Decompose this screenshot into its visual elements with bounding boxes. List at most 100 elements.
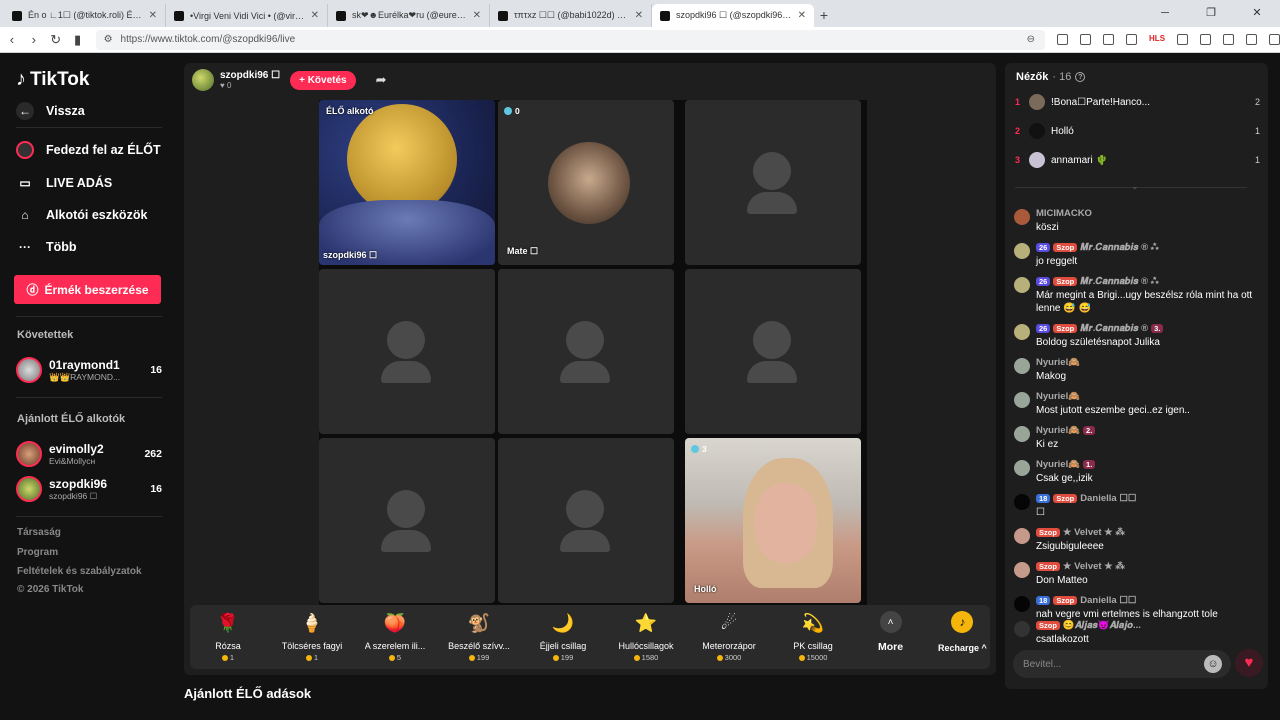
info-icon[interactable]: ? [1075, 72, 1086, 82]
close-icon[interactable]: ✕ [635, 10, 643, 21]
gift-item[interactable]: 🍑 A szerelem ili... 5 [357, 611, 433, 663]
sidebar-toggle-icon[interactable] [1223, 34, 1235, 45]
divider [16, 397, 162, 398]
gift-item[interactable]: 🐒 Beszélő szívv... 199 [441, 611, 517, 663]
recommended-account[interactable]: szopdki96 szopdki96 ☐ 16 [16, 474, 162, 504]
guest-cell-empty[interactable] [685, 269, 861, 434]
share-icon[interactable]: ➦ [376, 72, 387, 88]
chat-message[interactable]: Szop 😊𝑨𝒍𝒋𝒂𝒔😈𝑨𝒍𝒂𝒋𝒐... csatlakozott [1014, 620, 1259, 646]
chat-message[interactable]: 18 Szop Daniella ☐☐ ☐ [1014, 493, 1259, 519]
guest-cell-empty[interactable] [498, 438, 674, 603]
vpn-icon[interactable] [1103, 34, 1115, 45]
more-gifts-button[interactable]: ˄ More [878, 611, 903, 653]
follow-button[interactable]: + Követés [290, 70, 356, 90]
window-controls: ─ ❐ ✕ [1142, 0, 1280, 27]
chat-message[interactable]: Nyuriel🙈 2. Ki ez [1014, 425, 1259, 451]
chat-message[interactable]: 26 Szop 𝑴𝒓.𝑪𝒂𝒏𝒏𝒂𝒃𝒊𝒔 ® ⁂ jo reggelt [1014, 242, 1259, 268]
footer-link-program[interactable]: Program [17, 547, 58, 558]
footer-link-company[interactable]: Társaság [17, 527, 61, 538]
guest-cell-empty[interactable] [319, 438, 495, 603]
chat-message[interactable]: 18 Szop Daniella ☐☐ nah vegre vmi ertelmes … [1014, 595, 1259, 621]
chat-message[interactable]: Nyuriel🙈 Most jutott eszembe geci..ez ige… [1014, 391, 1259, 417]
reload-icon[interactable]: ↻ [46, 32, 66, 48]
bookmark-icon[interactable]: ▮ [68, 32, 88, 48]
peach-icon: 🍑 [383, 612, 407, 633]
chevron-down-icon[interactable]: ⌄ [1131, 181, 1139, 192]
guest-cell-empty[interactable] [319, 269, 495, 434]
browser-tab-1[interactable]: Én o ∟1☐ (@tiktok.roli) ÉLŐ adá✕ [4, 4, 166, 27]
following-account[interactable]: 01raymond1 👑👑RAYMOND... 16 [16, 355, 162, 385]
sidebar-item-explore-live[interactable]: Fedezd fel az ÉLŐT [16, 141, 161, 159]
close-icon[interactable]: ✕ [798, 10, 806, 21]
browser-tab-3[interactable]: sk❤☻Eurélka❤ru (@eurekaeurel✕ [328, 4, 490, 27]
forward-arrow-icon[interactable]: › [24, 32, 44, 47]
viewer-row[interactable]: 2 Holló 1 [1015, 121, 1260, 141]
puzzle-icon[interactable] [1177, 34, 1189, 45]
host-name[interactable]: szopdki96 ☐ [220, 70, 280, 81]
browser-tab-4[interactable]: τπτxz ☐☐ (@babi1022d) ÉLŐ adásba✕ [490, 4, 652, 27]
emoji-icon[interactable]: ☺ [1204, 655, 1222, 673]
tiktok-favicon-icon [336, 10, 346, 21]
color-icon[interactable] [1126, 34, 1138, 45]
url-field[interactable]: ⚙ https://www.tiktok.com/@szopdki96/live… [95, 29, 1046, 50]
footer-link-terms[interactable]: Feltételek és szabályzatok [17, 566, 142, 577]
guest-cell-hollo[interactable]: 3 Holló [685, 438, 861, 603]
chat-message[interactable]: Nyuriel🙈 1. Csak ge,,izik [1014, 459, 1259, 485]
get-coins-button[interactable]: ⓓ Érmék beszerzése [14, 275, 161, 304]
site-settings-icon[interactable]: ⚙ [104, 34, 113, 45]
live-icon [16, 141, 34, 159]
guest-cell-empty[interactable] [685, 100, 861, 265]
coin-icon [633, 654, 640, 661]
monkey-icon: 🐒 [467, 612, 491, 633]
tiktok-note-icon: ♪ [16, 68, 26, 90]
sync-icon[interactable] [1200, 34, 1212, 45]
zoom-icon[interactable]: ⊖ [1027, 34, 1035, 45]
heart-icon[interactable]: ♥ [1235, 649, 1263, 677]
close-icon[interactable]: ✕ [149, 10, 157, 21]
gift-item[interactable]: 🌹 Rózsa 1 [190, 611, 266, 663]
gift-item[interactable]: ☄ Meterorzápor 3000 [691, 611, 767, 663]
back-button[interactable]: ← Vissza [16, 102, 85, 120]
guest-cell-host[interactable]: ÉLŐ alkotó szopdki96 ☐ [319, 100, 495, 265]
gift-item[interactable]: ⭐ Hullócsillagok 1580 [608, 611, 684, 663]
guest-cell-mate[interactable]: 0 Mate ☐ [498, 100, 674, 265]
tiktok-logo[interactable]: ♪ TikTok [16, 68, 89, 91]
chat-message[interactable]: Szop ★ Velvet ★ ⁂ Zsigubiguleeee [1014, 527, 1259, 553]
gift-item[interactable]: 💫 PK csillag 15000 [775, 611, 851, 663]
menu-icon[interactable] [1269, 34, 1280, 45]
moon-image [319, 100, 495, 265]
back-arrow-icon[interactable]: ‹ [2, 32, 22, 47]
sidebar-item-go-live[interactable]: ▭ LIVE ADÁS [16, 174, 112, 192]
maximize-icon[interactable]: ❐ [1188, 0, 1234, 27]
back-arrow-icon: ← [16, 102, 34, 120]
chat-input[interactable] [1013, 650, 1231, 678]
close-window-icon[interactable]: ✕ [1234, 0, 1280, 27]
close-icon[interactable]: ✕ [473, 10, 481, 21]
gift-item[interactable]: 🌙 Éjjeli csillag 199 [525, 611, 601, 663]
viewers-header[interactable]: Nézők · 16 ? [1016, 71, 1086, 83]
avatar [1014, 562, 1030, 578]
shield-icon[interactable] [1057, 34, 1069, 45]
hls-extension-icon[interactable]: HLS [1149, 34, 1165, 45]
sidebar-item-more[interactable]: ··· Több [16, 238, 77, 256]
host-avatar[interactable] [192, 69, 214, 91]
viewer-row[interactable]: 1 !Bona☐Parte!Hanco... 2 [1015, 92, 1260, 112]
chat-message[interactable]: 26 Szop 𝑴𝒓.𝑪𝒂𝒏𝒏𝒂𝒃𝒊𝒔 ® 3. Boldog születésnapo… [1014, 323, 1259, 349]
gift-item[interactable]: 🍦 Tölcséres fagyi 1 [274, 611, 350, 663]
viewer-row[interactable]: 3 annamari 🌵 1 [1015, 150, 1260, 170]
recharge-button[interactable]: ♪ Recharge ^ [938, 611, 987, 653]
chat-message[interactable]: Nyuriel🙈 Makog [1014, 357, 1259, 383]
minimize-icon[interactable]: ─ [1142, 0, 1188, 27]
guest-cell-empty[interactable] [498, 269, 674, 434]
chat-message[interactable]: 26 Szop 𝑴𝒓.𝑪𝒂𝒏𝒏𝒂𝒃𝒊𝒔 ® ⁂ Már megint a Brigi.… [1014, 276, 1259, 315]
wallet-icon[interactable] [1246, 34, 1258, 45]
browser-tab-2[interactable]: •Virgi Veni Vidi Vici • (@virgivenivid✕ [166, 4, 328, 27]
chat-message[interactable]: MICIMACKO köszi [1014, 208, 1259, 234]
chat-message[interactable]: Szop ★ Velvet ★ ⁂ Don Matteo [1014, 561, 1259, 587]
alert-icon[interactable] [1080, 34, 1092, 45]
browser-tab-active[interactable]: szopdki96 ☐ (@szopdki96) ÉL ✕ [652, 4, 814, 27]
new-tab-button[interactable]: + [814, 4, 834, 27]
sidebar-item-creator-tools[interactable]: ⌂ Alkotói eszközök [16, 206, 147, 224]
close-icon[interactable]: ✕ [311, 10, 319, 21]
recommended-account[interactable]: evimolly2 Evi&Mollycн 262 [16, 439, 162, 469]
